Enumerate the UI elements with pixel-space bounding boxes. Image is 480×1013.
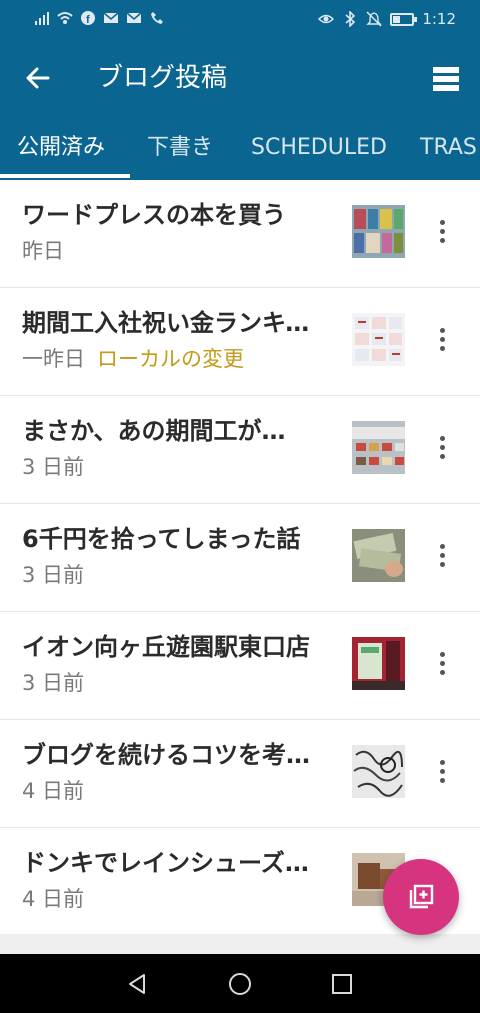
battery-icon [390,12,418,26]
bluetooth-icon [345,11,356,27]
post-title: ドンキでレインシューズを買う [22,849,332,877]
more-options-icon[interactable] [430,216,454,252]
stacked-menu-icon[interactable] [432,66,460,92]
tab-scheduled[interactable]: SCHEDULED [251,132,387,164]
nav-back-icon[interactable] [125,972,149,996]
post-date: 昨日 [22,239,64,263]
post-date: 4 日前 [22,779,85,803]
more-options-icon[interactable] [430,324,454,360]
post-date: 3 日前 [22,671,85,695]
post-row[interactable]: ワードプレスの本を買う 昨日 [0,180,480,288]
post-title: 期間工入社祝い金ランキング [22,309,332,337]
status-icons-left: f [34,10,165,26]
post-title: ワードプレスの本を買う [22,201,286,229]
post-thumbnail [352,313,405,366]
app-bar: ブログ投稿 [0,40,480,118]
arrow-left-icon[interactable] [22,62,54,94]
tab-trash[interactable]: TRAS [420,132,477,164]
mail-icon [103,12,119,23]
status-bar: f 1:12 [0,0,480,40]
svg-text:f: f [86,14,90,26]
more-options-icon[interactable] [430,756,454,792]
post-row[interactable]: ブログを続けるコツを考える 4 日前 [0,720,480,828]
mail-icon-2 [126,12,142,23]
signal-icon [35,12,49,25]
nav-recents-icon[interactable] [330,972,354,996]
tab-indicator [0,174,130,178]
wifi-icon [57,12,73,24]
post-thumbnail [352,421,405,474]
post-title: イオン向ヶ丘遊園駅東口店 [22,633,310,661]
mute-icon [366,11,383,27]
more-options-icon[interactable] [430,540,454,576]
page-title: ブログ投稿 [97,63,228,93]
post-date: 一昨日 [22,347,85,371]
post-title: まさか、あの期間工が… [22,417,286,445]
post-row[interactable]: イオン向ヶ丘遊園駅東口店 3 日前 [0,612,480,720]
eye-icon [318,14,335,24]
new-post-icon [409,884,434,909]
post-title: 6千円を拾ってしまった話 [22,525,301,553]
post-date: 3 日前 [22,455,85,479]
phone-icon [151,12,163,24]
post-thumbnail [352,637,405,690]
status-time: 1:12 [422,10,456,28]
tab-bar: 公開済み 下書き SCHEDULED TRAS [0,118,480,180]
status-icons-right: 1:12 [318,10,456,28]
post-meta: 3 日前 [22,560,84,590]
post-row[interactable]: 期間工入社祝い金ランキング 一昨日 ローカルの変更 [0,288,480,396]
system-nav-bar [0,954,480,1013]
post-row[interactable]: まさか、あの期間工が… 3 日前 [0,396,480,504]
post-thumbnail [352,745,405,798]
post-meta: 昨日 [22,236,64,266]
post-meta: 4 日前 [22,884,84,914]
local-change-label: ローカルの変更 [97,347,244,371]
post-date: 3 日前 [22,563,85,587]
post-meta: 3 日前 [22,668,84,698]
more-options-icon[interactable] [430,648,454,684]
post-title: ブログを続けるコツを考える [22,741,332,769]
post-row[interactable]: 6千円を拾ってしまった話 3 日前 [0,504,480,612]
post-thumbnail [352,205,405,258]
more-options-icon[interactable] [430,432,454,468]
tab-published[interactable]: 公開済み [17,132,105,164]
post-meta: 3 日前 [22,452,84,482]
post-thumbnail [352,529,405,582]
nav-home-icon[interactable] [228,972,252,996]
facebook-icon: f [81,11,95,26]
post-date: 4 日前 [22,887,85,911]
new-post-button[interactable] [383,859,459,935]
list-footer-space [0,934,480,954]
post-meta: 一昨日 ローカルの変更 [22,344,244,374]
post-meta: 4 日前 [22,776,84,806]
tab-drafts[interactable]: 下書き [147,132,213,164]
